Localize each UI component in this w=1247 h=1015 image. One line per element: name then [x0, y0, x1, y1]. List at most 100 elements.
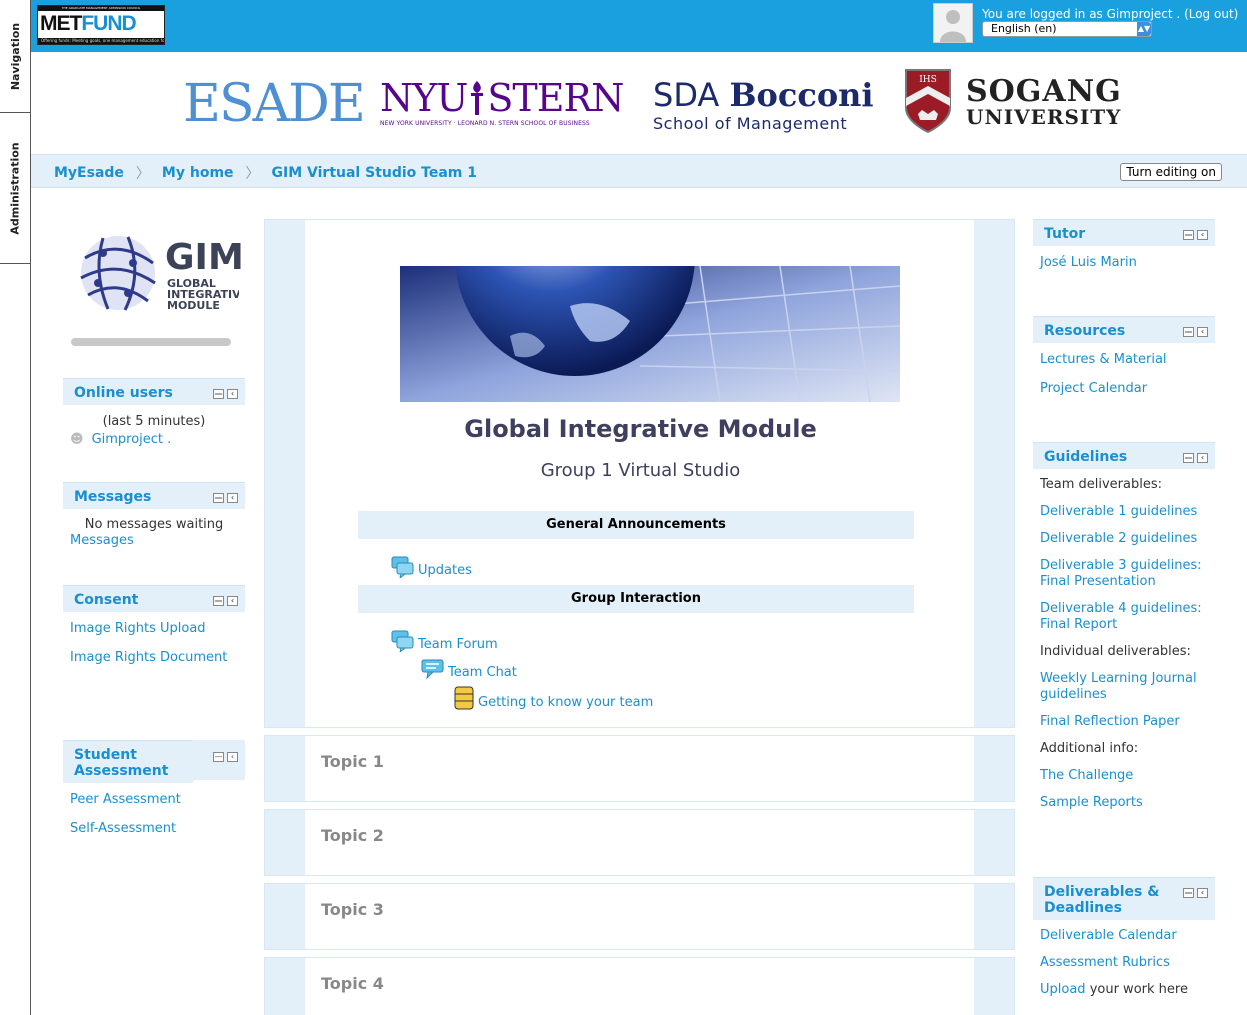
online-users-block: Online users — ‹ (last 5 minutes) ☻ Gimpro…	[63, 378, 245, 457]
dock-icon[interactable]: ‹	[1197, 230, 1208, 240]
breadcrumb-separator-icon: 〉	[245, 166, 260, 182]
deliverable-3-link[interactable]: Deliverable 3 guidelines: Final Presenta…	[1040, 558, 1202, 589]
turn-editing-on-button[interactable]: Turn editing on	[1120, 163, 1222, 181]
deliverable-2-link[interactable]: Deliverable 2 guidelines	[1040, 531, 1197, 546]
sogang-line-1: SOGANG	[966, 74, 1122, 109]
nyu-subtitle: NEW YORK UNIVERSITY · LEONARD N. STERN S…	[380, 120, 590, 127]
tutor-block: Tutor — ‹ José Luis Marin	[1033, 219, 1215, 280]
block-controls: — ‹	[213, 596, 238, 606]
dock-icon[interactable]: ‹	[1197, 453, 1208, 463]
getting-to-know-activity[interactable]: Getting to know your team	[453, 686, 653, 710]
image-rights-document-link[interactable]: Image Rights Document	[70, 650, 227, 665]
upload-link[interactable]: Upload	[1040, 982, 1086, 997]
tutor-header: Tutor — ‹	[1033, 219, 1215, 246]
sample-reports-link[interactable]: Sample Reports	[1040, 795, 1143, 810]
breadcrumb-separator-icon: 〉	[135, 166, 150, 182]
navigation-tab-label: Navigation	[9, 22, 23, 90]
online-user-link[interactable]: Gimproject .	[92, 432, 172, 447]
section-left-band	[265, 220, 305, 727]
dock-icon[interactable]: ‹	[1197, 327, 1208, 337]
dock-icon[interactable]: ‹	[227, 596, 238, 606]
team-forum-link[interactable]: Team Forum	[418, 637, 498, 652]
messages-link[interactable]: Messages	[70, 533, 134, 548]
minimize-icon[interactable]: —	[213, 389, 224, 399]
language-select[interactable]: English (en) ▲▼	[982, 21, 1152, 37]
minimize-icon[interactable]: —	[213, 752, 224, 762]
breadcrumb-my-home[interactable]: My home	[162, 165, 234, 181]
section-right-band	[974, 736, 1014, 801]
student-assessment-block: Student Assessment — ‹ Peer Assessment Se…	[63, 740, 245, 857]
deliverables-deadlines-body: Deliverable Calendar Assessment Rubrics …	[1033, 920, 1215, 1015]
section-topic-3: Topic 3	[264, 883, 1015, 950]
online-users-note: (last 5 minutes)	[102, 414, 206, 429]
logo-scrollbar[interactable]	[71, 338, 231, 346]
the-challenge-link[interactable]: The Challenge	[1040, 768, 1133, 783]
deliverables-deadlines-header: Deliverables & Deadlines — ‹	[1033, 877, 1215, 920]
assessment-rubrics-link[interactable]: Assessment Rubrics	[1040, 955, 1170, 970]
dock-icon[interactable]: ‹	[227, 389, 238, 399]
updates-link[interactable]: Updates	[418, 563, 472, 578]
partner-logos-banner: ESADE NYU STERN NEW YORK UNIVERSITY · LEO…	[31, 52, 1247, 154]
student-assessment-header: Student Assessment	[63, 740, 193, 783]
peer-assessment-link[interactable]: Peer Assessment	[70, 792, 181, 807]
minimize-icon[interactable]: —	[213, 493, 224, 503]
tutor-name-link[interactable]: José Luis Marin	[1040, 255, 1137, 270]
team-deliverables-label: Team deliverables:	[1040, 477, 1162, 492]
team-chat-activity[interactable]: Team Chat	[421, 658, 517, 680]
team-forum-activity[interactable]: Team Forum	[391, 630, 498, 652]
sda-text: SDA	[653, 76, 720, 114]
language-value: English (en)	[991, 22, 1057, 35]
self-assessment-link[interactable]: Self-Assessment	[70, 821, 176, 836]
getting-to-know-link[interactable]: Getting to know your team	[478, 695, 653, 710]
breadcrumb-course[interactable]: GIM Virtual Studio Team 1	[272, 165, 477, 181]
dock-icon[interactable]: ‹	[1197, 888, 1208, 898]
login-user-link[interactable]: Gimproject .	[1107, 7, 1181, 21]
general-announcements-label: General Announcements	[358, 511, 914, 539]
consent-title: Consent	[74, 592, 139, 608]
block-controls: — ‹	[213, 389, 238, 399]
forum-icon	[391, 630, 414, 652]
messages-block: Messages — ‹ No messages waiting Messages	[63, 482, 245, 557]
deliverable-1-link[interactable]: Deliverable 1 guidelines	[1040, 504, 1197, 519]
minimize-icon[interactable]: —	[1183, 888, 1194, 898]
block-controls: — ‹	[1183, 888, 1208, 898]
student-assessment-body: Peer Assessment Self-Assessment	[63, 783, 245, 857]
messages-header: Messages — ‹	[63, 482, 245, 509]
block-controls: — ‹	[213, 493, 238, 503]
gim-logo-subtitle: GLOBAL INTEGRATIVE MODULE	[167, 278, 239, 311]
lectures-material-link[interactable]: Lectures & Material	[1040, 352, 1167, 367]
logout-link[interactable]: (Log out)	[1184, 7, 1238, 21]
administration-tab-label: Administration	[9, 141, 23, 235]
image-rights-upload-link[interactable]: Image Rights Upload	[70, 621, 206, 636]
navigation-tab[interactable]: Navigation	[0, 0, 31, 113]
student-assessment-title: Student Assessment	[74, 747, 169, 779]
project-calendar-link[interactable]: Project Calendar	[1040, 381, 1147, 396]
user-avatar[interactable]	[933, 3, 973, 43]
group-interaction-label: Group Interaction	[358, 585, 914, 613]
weekly-journal-link[interactable]: Weekly Learning Journal guidelines	[1040, 671, 1197, 702]
dock-icon[interactable]: ‹	[227, 752, 238, 762]
updates-forum-activity[interactable]: Updates	[391, 556, 472, 578]
deliverable-calendar-link[interactable]: Deliverable Calendar	[1040, 928, 1177, 943]
upload-note: your work here	[1085, 982, 1188, 997]
metfund-logo[interactable]: THE GRADUATE MANAGEMENT ADMISSION COUNCI…	[37, 5, 165, 45]
minimize-icon[interactable]: —	[1183, 327, 1194, 337]
block-controls: — ‹	[1183, 453, 1208, 463]
minimize-icon[interactable]: —	[1183, 453, 1194, 463]
administration-tab[interactable]: Administration	[0, 113, 31, 264]
online-users-title: Online users	[74, 385, 173, 401]
final-reflection-link[interactable]: Final Reflection Paper	[1040, 714, 1180, 729]
section-topic-4: Topic 4	[264, 957, 1015, 1015]
dock-icon[interactable]: ‹	[227, 493, 238, 503]
metfund-fund: FUND	[81, 12, 136, 35]
minimize-icon[interactable]: —	[213, 596, 224, 606]
gim-logo: GIM GLOBAL INTEGRATIVE MODULE	[71, 231, 244, 313]
minimize-icon[interactable]: —	[1183, 230, 1194, 240]
online-user-row[interactable]: ☻ Gimproject .	[70, 431, 238, 449]
breadcrumb-myesade[interactable]: MyEsade	[54, 165, 124, 181]
block-controls: — ‹	[213, 752, 238, 762]
deliverable-4-link[interactable]: Deliverable 4 guidelines: Final Report	[1040, 601, 1202, 632]
team-chat-link[interactable]: Team Chat	[448, 665, 517, 680]
chat-icon	[421, 659, 444, 680]
sogang-shield-icon: IHS	[905, 69, 951, 134]
